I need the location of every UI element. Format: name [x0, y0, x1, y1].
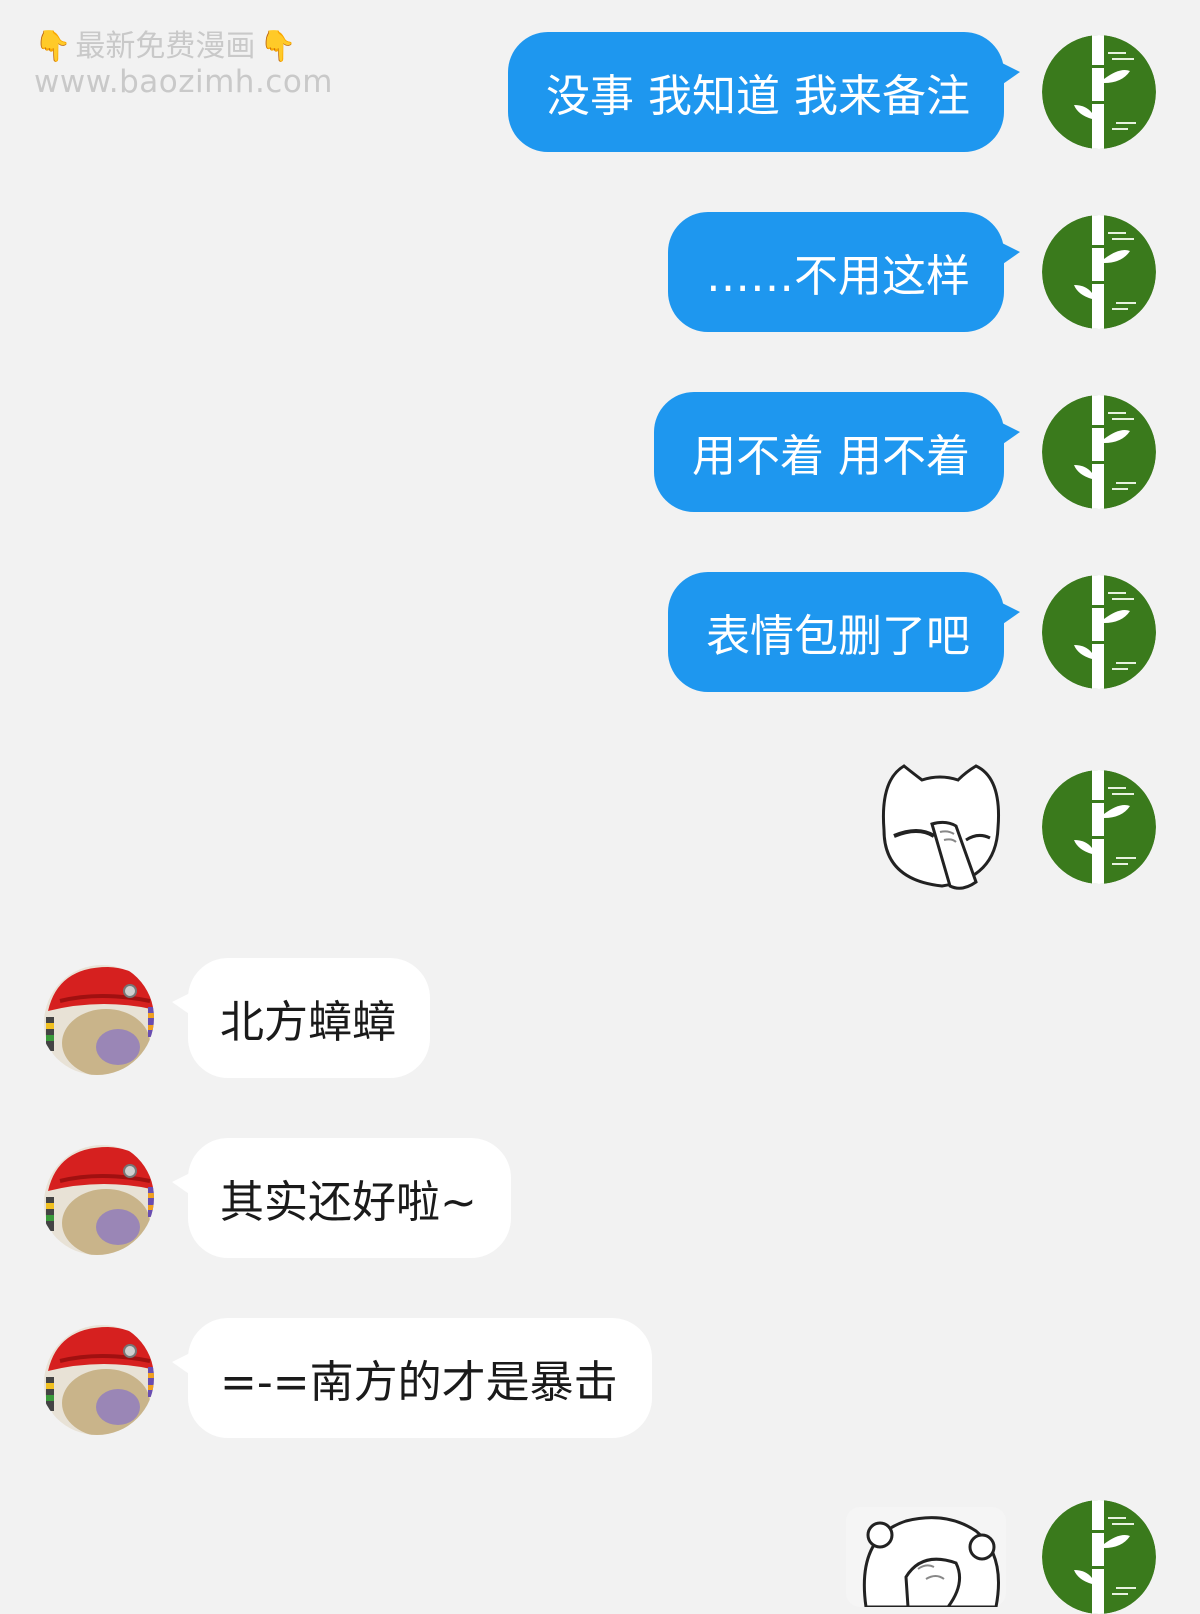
covering-face-bear-sticker[interactable]	[846, 1507, 1006, 1607]
my-avatar-bamboo-icon[interactable]	[1042, 215, 1156, 329]
facepalm-cat-sticker[interactable]	[870, 760, 1010, 894]
message-bubble[interactable]: 用不着 用不着	[654, 392, 1020, 512]
chat-message: 没事 我知道 我来备注	[508, 32, 1156, 152]
pointing-down-icon: 👇	[34, 29, 72, 64]
watermark: 👇 最新免费漫画 👇 www.baozimh.com	[34, 30, 333, 99]
my-avatar-bamboo-icon[interactable]	[1042, 575, 1156, 689]
message-bubble[interactable]: ……不用这样	[668, 212, 1020, 332]
message-bubble[interactable]: 表情包删了吧	[668, 572, 1020, 692]
chat-message: 其实还好啦~	[40, 1138, 511, 1258]
contact-avatar-pirate-icon[interactable]	[40, 1141, 154, 1255]
my-avatar-bamboo-icon[interactable]	[1042, 1500, 1156, 1614]
watermark-url: www.baozimh.com	[34, 64, 334, 100]
message-bubble[interactable]: 北方蟑蟑	[172, 958, 430, 1078]
chat-message	[870, 760, 1156, 894]
message-bubble[interactable]: 没事 我知道 我来备注	[508, 32, 1020, 152]
chat-message: ……不用这样	[668, 212, 1156, 332]
chat-message: =-=南方的才是暴击	[40, 1318, 652, 1438]
message-bubble[interactable]: =-=南方的才是暴击	[172, 1318, 652, 1438]
watermark-title: 最新免费漫画	[75, 29, 256, 64]
chat-message: 表情包删了吧	[668, 572, 1156, 692]
my-avatar-bamboo-icon[interactable]	[1042, 35, 1156, 149]
message-bubble[interactable]: 其实还好啦~	[172, 1138, 511, 1258]
chat-message	[846, 1500, 1156, 1614]
my-avatar-bamboo-icon[interactable]	[1042, 770, 1156, 884]
chat-message: 用不着 用不着	[654, 392, 1156, 512]
contact-avatar-pirate-icon[interactable]	[40, 961, 154, 1075]
my-avatar-bamboo-icon[interactable]	[1042, 395, 1156, 509]
contact-avatar-pirate-icon[interactable]	[40, 1321, 154, 1435]
chat-message: 北方蟑蟑	[40, 958, 430, 1078]
pointing-down-icon: 👇	[259, 29, 297, 64]
